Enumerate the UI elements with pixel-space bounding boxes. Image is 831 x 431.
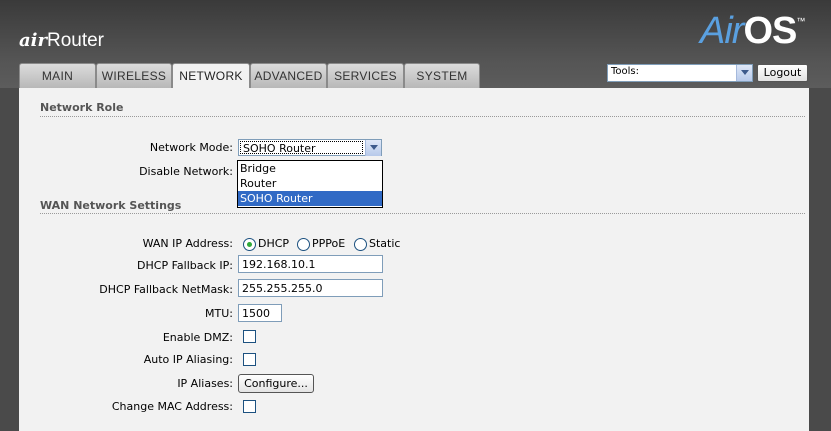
tab-advanced[interactable]: ADVANCED [250,63,327,88]
option-bridge[interactable]: Bridge [238,161,382,176]
mtu-input[interactable]: 1500 [238,304,282,322]
logo-os: OS [743,10,797,52]
fallback-netmask-input[interactable]: 255.255.255.0 [238,279,383,297]
auto-ip-aliasing-label: Auto IP Aliasing: [143,353,233,366]
tab-system[interactable]: SYSTEM [404,63,480,88]
option-router[interactable]: Router [238,176,382,191]
divider [40,213,805,214]
option-soho-router[interactable]: SOHO Router [238,191,382,206]
network-mode-value: SOHO Router [240,141,363,155]
fallback-ip-input[interactable]: 192.168.10.1 [238,255,383,273]
logout-button[interactable]: Logout [757,64,808,82]
tools-select[interactable]: Tools: [607,64,753,82]
configure-button[interactable]: Configure... [238,374,314,393]
logo-air: Air [700,10,744,52]
radio-dhcp-label: DHCP [258,237,290,250]
airrouter-logo: airRouter [19,30,104,52]
tab-services[interactable]: SERVICES [327,63,404,88]
auto-ip-aliasing-checkbox[interactable] [243,353,256,366]
network-mode-select[interactable]: SOHO Router [238,139,382,156]
enable-dmz-label: Enable DMZ: [162,331,233,344]
airos-logo: AirOS™ [700,10,805,53]
network-mode-label: Network Mode: [149,141,233,154]
section-title-network-role: Network Role [40,101,124,114]
tab-main[interactable]: MAIN [19,63,96,88]
radio-pppoe-label: PPPoE [312,237,346,250]
network-panel: Network Role Network Mode: SOHO Router D… [19,88,809,431]
wan-ip-label: WAN IP Address: [142,237,233,250]
chevron-down-icon[interactable] [736,65,752,81]
tools-select-value: Tools: [611,66,640,77]
tab-wireless[interactable]: WIRELESS [96,63,172,88]
disable-network-label: Disable Network: [139,165,233,178]
brand-router: Router [46,30,105,51]
radio-dhcp[interactable] [243,238,256,251]
header-bar: airRouter AirOS™ MAIN WIRELESS NETWORK A… [0,0,831,89]
radio-static[interactable] [354,238,367,251]
fallback-netmask-label: DHCP Fallback NetMask: [99,283,233,296]
radio-static-label: Static [369,237,401,250]
logo-tm: ™ [796,16,805,26]
fallback-ip-label: DHCP Fallback IP: [137,259,233,272]
tab-network[interactable]: NETWORK [172,63,250,89]
enable-dmz-checkbox[interactable] [243,330,256,343]
radio-pppoe[interactable] [297,238,310,251]
section-title-wan: WAN Network Settings [40,199,182,212]
divider [40,116,805,117]
brand-air: air [19,30,47,51]
chevron-down-icon[interactable] [365,140,381,156]
change-mac-label: Change MAC Address: [111,400,233,413]
mtu-label: MTU: [205,307,233,320]
ip-aliases-label: IP Aliases: [177,377,233,390]
network-mode-dropdown: Bridge Router SOHO Router [237,160,383,208]
change-mac-checkbox[interactable] [243,400,256,413]
